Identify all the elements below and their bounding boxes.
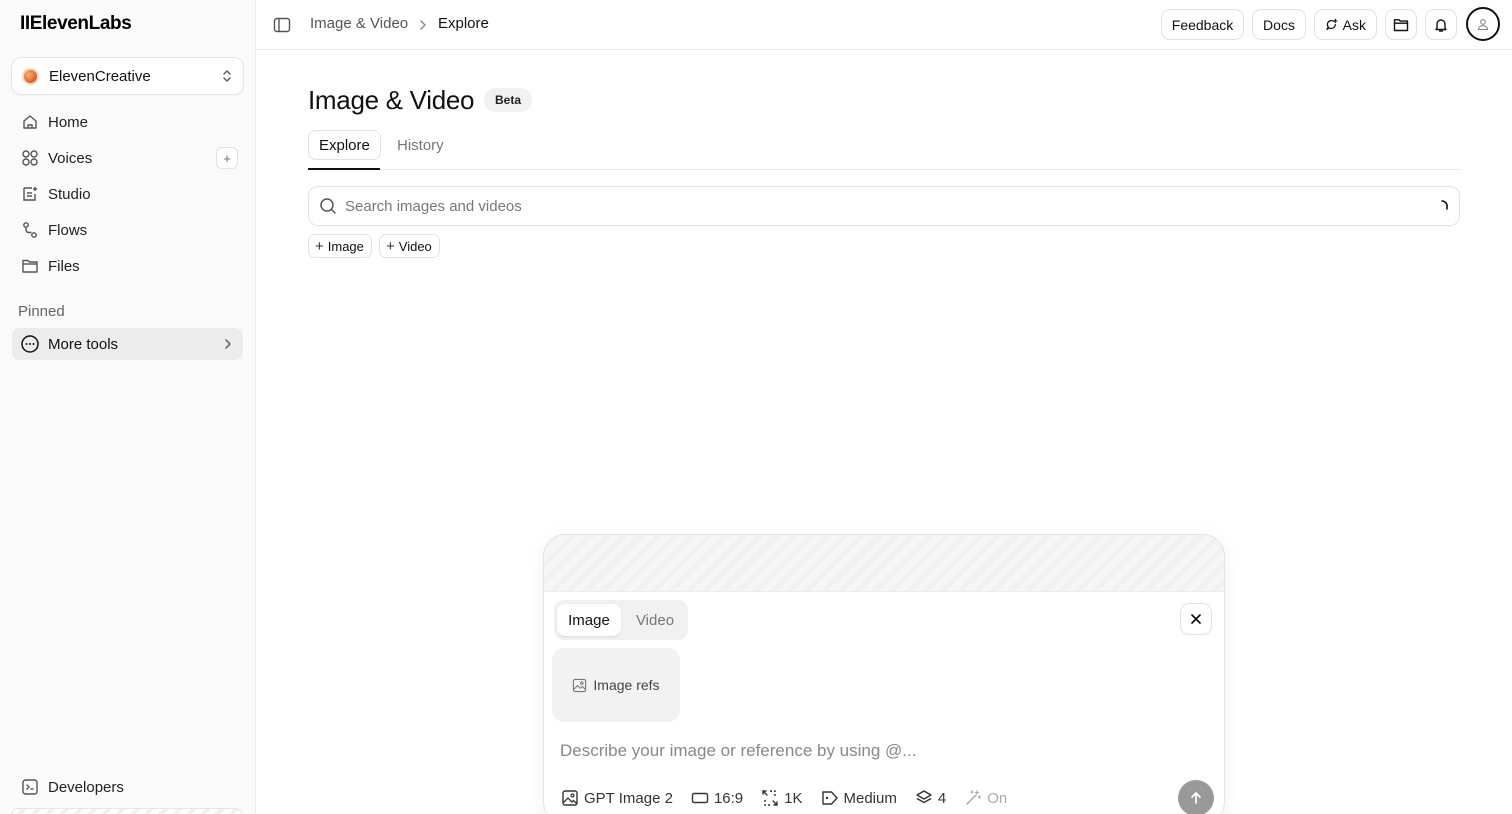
search-icon [320, 198, 336, 214]
image-refs-label: Image refs [593, 677, 660, 693]
mode-image-button[interactable]: Image [557, 604, 621, 636]
sidebar-bottom-card [12, 808, 242, 814]
sidebar-item-label: Studio [48, 185, 91, 203]
user-avatar[interactable] [1466, 7, 1500, 41]
tab-explore[interactable]: Explore [308, 130, 381, 160]
ask-button[interactable]: Ask [1314, 9, 1377, 40]
tab-history[interactable]: History [387, 130, 454, 160]
aspect-ratio-label: 16:9 [713, 789, 744, 807]
ask-label: Ask [1342, 16, 1366, 33]
prompt-input[interactable] [560, 739, 1200, 763]
developers-icon [22, 779, 38, 795]
workspace-name: ElevenCreative [49, 67, 151, 85]
chevron-up-down-icon [223, 70, 231, 82]
tab-bar: Explore History [308, 130, 1460, 170]
workspace-avatar-icon [22, 67, 39, 85]
aspect-ratio-selector[interactable]: 16:9 [691, 789, 743, 807]
mode-video-button[interactable]: Video [626, 604, 684, 636]
sidebar-item-label: Files [48, 257, 80, 275]
plus-icon: + [315, 237, 324, 255]
sidebar-item-home[interactable]: Home [12, 104, 244, 140]
folder-icon [20, 256, 40, 276]
sidebar-item-files[interactable]: Files [12, 248, 244, 284]
image-icon [573, 678, 587, 692]
breadcrumb-image-video[interactable]: Image & Video [310, 15, 408, 32]
sidebar-nav: Home Voices + Studio Flows Files [12, 104, 244, 284]
bell-icon [1435, 18, 1447, 32]
filter-video-chip[interactable]: + Video [379, 234, 440, 258]
composer-preview-strip [544, 535, 1224, 592]
resize-icon [762, 790, 778, 806]
pinned-section-label: Pinned [18, 303, 65, 320]
sidebar-toggle-icon[interactable] [273, 16, 291, 34]
search-bar [308, 186, 1460, 226]
chip-label: Image [327, 238, 364, 254]
aspect-ratio-icon [691, 792, 709, 804]
sidebar-item-label: Voices [48, 149, 93, 167]
feedback-button[interactable]: Feedback [1161, 9, 1244, 40]
add-voice-button[interactable]: + [216, 147, 238, 169]
count-selector[interactable]: 4 [915, 789, 946, 807]
enhance-label: On [987, 789, 1008, 807]
top-bar: Image & Video Explore Feedback Docs Ask [256, 0, 1512, 50]
home-icon [20, 112, 40, 132]
active-tab-indicator [308, 168, 380, 170]
generation-composer: Image Video Image refs GPT Image 2 16:9 … [543, 534, 1225, 814]
quality-selector[interactable]: Medium [821, 789, 897, 807]
model-selector[interactable]: GPT Image 2 [561, 789, 673, 807]
sidebar-item-developers[interactable]: Developers [12, 770, 244, 804]
sidebar: IIElevenLabs ElevenCreative Home Voices … [0, 0, 256, 814]
chevron-right-icon [420, 20, 426, 30]
image-icon [562, 790, 578, 806]
notifications-button[interactable] [1425, 9, 1457, 40]
breadcrumb-explore: Explore [438, 15, 489, 32]
chat-plus-icon [1325, 18, 1338, 31]
page-title: Image & Video [308, 85, 475, 115]
sidebar-item-flows[interactable]: Flows [12, 212, 244, 248]
filter-image-chip[interactable]: + Image [308, 234, 372, 258]
generation-options: GPT Image 2 16:9 1K Medium 4 On [561, 787, 1025, 809]
workspace-switcher[interactable]: ElevenCreative [11, 57, 244, 95]
voices-icon [20, 148, 40, 168]
arrow-up-icon [1191, 792, 1201, 804]
loading-spinner-icon [1441, 200, 1448, 210]
image-refs-button[interactable]: Image refs [552, 648, 680, 722]
sidebar-item-voices[interactable]: Voices + [12, 140, 244, 176]
folder-icon [1393, 18, 1409, 31]
magic-wand-icon [966, 790, 982, 805]
sidebar-item-label: Flows [48, 221, 88, 239]
sidebar-item-label: Home [48, 113, 89, 131]
close-icon [1191, 614, 1201, 624]
beta-badge: Beta [484, 88, 533, 112]
layers-icon [916, 790, 932, 804]
chevron-right-icon [225, 339, 231, 349]
studio-icon [20, 184, 40, 204]
count-label: 4 [937, 789, 947, 807]
sidebar-item-label: More tools [48, 335, 119, 353]
flows-icon [20, 220, 40, 240]
quality-label: Medium [843, 789, 897, 807]
search-input[interactable] [345, 197, 1435, 215]
enhance-toggle[interactable]: On [964, 789, 1007, 807]
resolution-selector[interactable]: 1K [761, 789, 803, 807]
close-composer-button[interactable] [1180, 603, 1212, 635]
tag-icon [821, 791, 838, 805]
chip-label: Video [398, 238, 432, 254]
model-label: GPT Image 2 [584, 789, 673, 807]
sidebar-item-more-tools[interactable]: More tools [12, 328, 243, 360]
docs-button[interactable]: Docs [1252, 9, 1306, 40]
sidebar-item-label: Developers [48, 778, 124, 796]
sidebar-item-studio[interactable]: Studio [12, 176, 244, 212]
files-button[interactable] [1385, 9, 1417, 40]
mode-switcher: Image Video [554, 600, 688, 640]
plus-icon: + [386, 237, 395, 255]
user-icon [1477, 19, 1489, 31]
resolution-label: 1K [784, 789, 803, 807]
more-horizontal-circle-icon [21, 335, 39, 353]
send-button[interactable] [1178, 780, 1214, 814]
logo[interactable]: IIElevenLabs [20, 13, 132, 35]
